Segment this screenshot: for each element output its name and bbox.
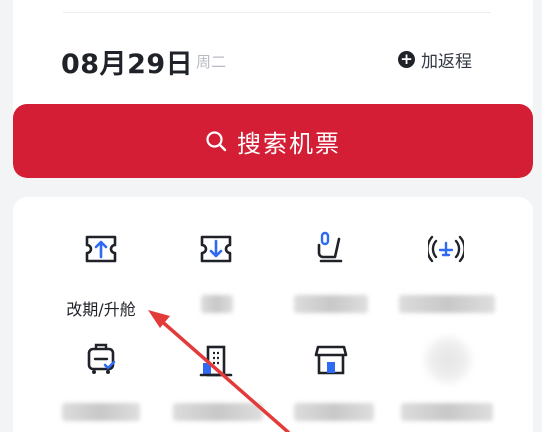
blurred-label: [294, 403, 374, 421]
blurred-label: [294, 295, 368, 313]
service-item[interactable]: [391, 327, 501, 432]
services-card: 改期/升舱: [13, 197, 533, 432]
plus-circle-icon: +: [398, 50, 415, 68]
blurred-label: [173, 403, 263, 421]
service-item[interactable]: [46, 327, 156, 432]
blurred-label: [201, 295, 233, 313]
ticket-upgrade-icon: [85, 235, 117, 263]
service-item[interactable]: [161, 197, 271, 317]
add-return-label: 加返程: [421, 51, 472, 72]
service-label: 改期/升舱: [66, 300, 136, 319]
search-icon: [206, 131, 227, 152]
blurred-label: [62, 403, 140, 421]
luggage-check-icon: [87, 343, 116, 374]
flight-signal-icon: [428, 235, 464, 263]
service-item[interactable]: [391, 197, 501, 317]
service-item[interactable]: [276, 327, 386, 432]
seat-icon: [317, 231, 343, 263]
ticket-download-icon: [200, 235, 232, 263]
departure-weekday: 周二: [196, 53, 227, 71]
search-flights-button[interactable]: 搜索机票: [13, 104, 533, 178]
service-item[interactable]: [161, 327, 271, 432]
building-icon: [199, 345, 233, 377]
service-change-upgrade[interactable]: 改期/升舱: [46, 197, 156, 319]
blurred-label: [399, 295, 495, 313]
search-flights-label: 搜索机票: [237, 129, 341, 158]
booking-card: 08月29日 周二 + 加返程 搜索机票: [13, 0, 533, 178]
add-return-button[interactable]: + 加返程: [398, 46, 472, 72]
departure-date[interactable]: 08月29日: [61, 42, 193, 81]
blurred-label: [401, 403, 493, 421]
store-icon: [314, 345, 348, 375]
blurred-icon: [425, 337, 471, 383]
divider: [63, 12, 491, 13]
service-item[interactable]: [276, 197, 386, 317]
